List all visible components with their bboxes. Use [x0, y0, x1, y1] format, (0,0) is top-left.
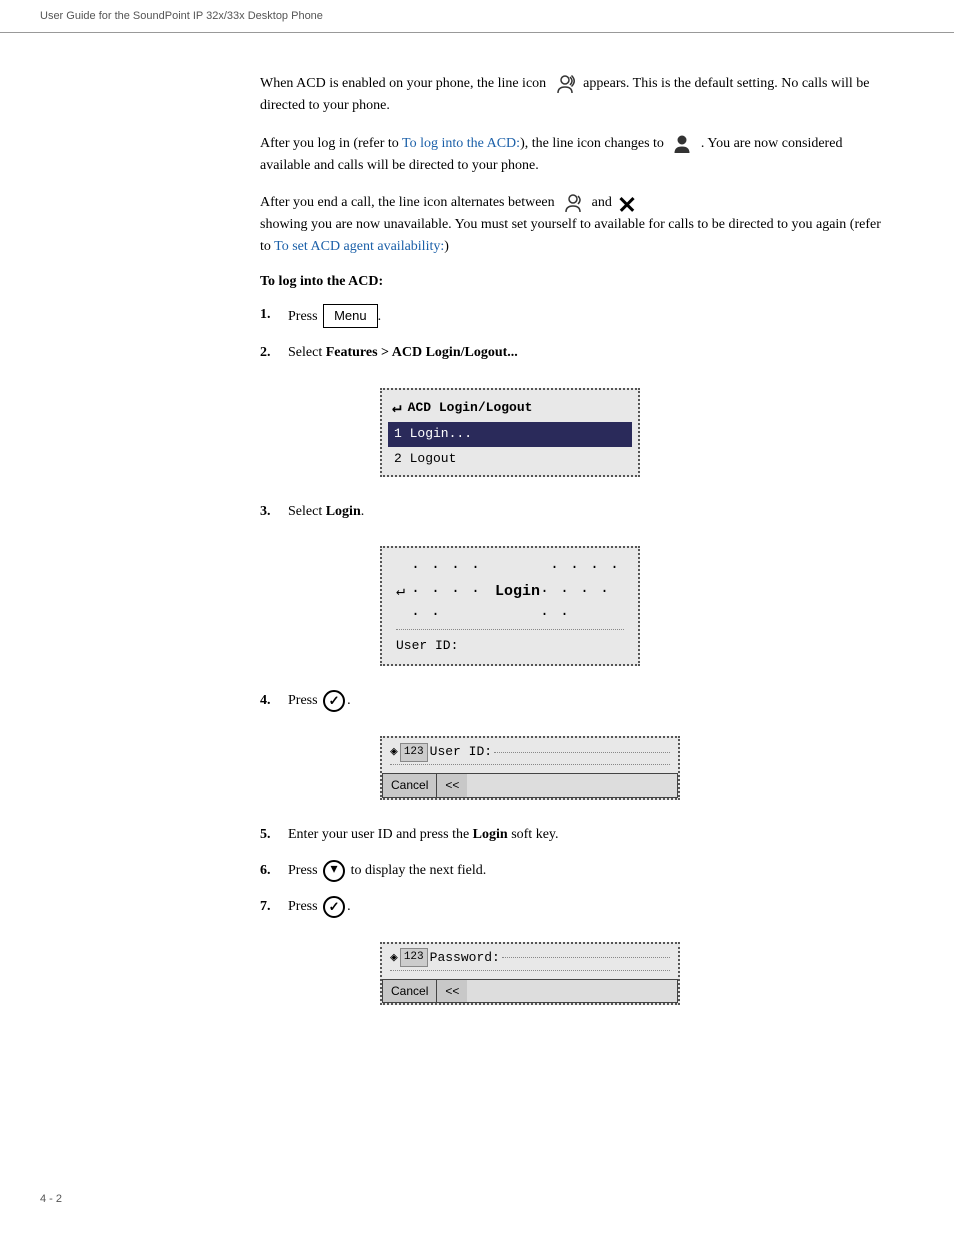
- step-6-content: Press to display the next field.: [288, 860, 894, 882]
- login-title-text: Login: [495, 580, 540, 603]
- userid-title-row: ◈ 123 User ID:: [390, 742, 670, 765]
- password-screen-wrapper: ◈ 123 Password: Cancel <<: [320, 932, 894, 1016]
- step-4-num: 4.: [260, 690, 288, 712]
- para-1: When ACD is enabled on your phone, the l…: [260, 73, 894, 117]
- step-7-num: 7.: [260, 896, 288, 918]
- link-set-acd-availability[interactable]: To set ACD agent availability:: [274, 239, 444, 254]
- acd-screen-title: ACD Login/Logout: [408, 398, 533, 418]
- page-header: User Guide for the SoundPoint IP 32x/33x…: [0, 0, 954, 33]
- password-input-line: [502, 957, 670, 958]
- step-5-content: Enter your user ID and press the Login s…: [288, 824, 894, 846]
- password-field-label: Password:: [430, 948, 500, 968]
- acd-icon-available: [671, 133, 693, 155]
- step-2-num: 2.: [260, 342, 288, 364]
- x-icon: [618, 194, 636, 212]
- userid-input-line: [494, 752, 670, 753]
- password-field-row: [390, 973, 670, 977]
- para-3: After you end a call, the line icon alte…: [260, 192, 894, 257]
- userid-field-label: User ID:: [430, 742, 492, 762]
- link-log-into-acd[interactable]: To log into the ACD:: [402, 136, 520, 151]
- userid-softkey-bar: Cancel <<: [382, 773, 678, 798]
- step-2: 2. Select Features > ACD Login/Logout...: [260, 342, 894, 364]
- login-screen-container: ↵ · · · · · · · · · · Login · · · · · · …: [260, 536, 894, 676]
- acd-screen: ↵ ACD Login/Logout 1 Login... 2 Logout: [320, 378, 894, 487]
- acd-item-2: 2 Logout: [388, 447, 632, 471]
- acd-item-1-selected: 1 Login...: [388, 422, 632, 446]
- step-3-num: 3.: [260, 501, 288, 523]
- login-screen-inner: ↵ · · · · · · · · · · Login · · · · · · …: [388, 552, 632, 660]
- section-heading: To log into the ACD:: [260, 274, 894, 290]
- and-text: and: [592, 196, 612, 211]
- acd-icon-unavail-1: [562, 192, 584, 214]
- step-7-content: Press .: [288, 896, 894, 918]
- step-1-num: 1.: [260, 304, 288, 326]
- header-text: User Guide for the SoundPoint IP 32x/33x…: [40, 10, 323, 22]
- acd-icon-enabled: [554, 73, 576, 95]
- backspace-softkey-2[interactable]: <<: [437, 980, 467, 1003]
- page-number: 4 - 2: [40, 1193, 62, 1205]
- login-arrow-icon: ↵: [396, 580, 405, 603]
- para-2: After you log in (refer to To log into t…: [260, 133, 894, 177]
- password-softkey-bar: Cancel <<: [382, 979, 678, 1004]
- edit-icon: ◈: [390, 742, 398, 762]
- login-dots-2: · · · · · · · · · ·: [540, 556, 624, 626]
- userid-screen-wrapper: ◈ 123 User ID: Cancel <<: [320, 726, 894, 810]
- userid-screen-container: ◈ 123 User ID: Cancel <<: [260, 726, 894, 810]
- step-3-content: Select Login.: [288, 501, 894, 523]
- step-3: 3. Select Login.: [260, 501, 894, 523]
- 123-badge: 123: [400, 743, 428, 762]
- step-5-num: 5.: [260, 824, 288, 846]
- login-field-userid: User ID:: [396, 633, 624, 656]
- login-screen: ↵ · · · · · · · · · · Login · · · · · · …: [320, 536, 894, 676]
- step-7: 7. Press .: [260, 896, 894, 918]
- page-footer: 4 - 2: [40, 1193, 62, 1205]
- acd-screen-title-row: ↵ ACD Login/Logout: [388, 394, 632, 423]
- cancel-softkey[interactable]: Cancel: [383, 774, 437, 797]
- 123-badge-2: 123: [400, 948, 428, 967]
- step-1: 1. Press Menu.: [260, 304, 894, 328]
- password-phone-screen: ◈ 123 Password: Cancel <<: [380, 942, 680, 1006]
- edit-icon-2: ◈: [390, 948, 398, 968]
- cancel-softkey-2[interactable]: Cancel: [383, 980, 437, 1003]
- menu-key: Menu: [323, 304, 378, 328]
- login-title-row: ↵ · · · · · · · · · · Login · · · · · · …: [396, 556, 624, 630]
- userid-phone-screen: ◈ 123 User ID: Cancel <<: [380, 736, 680, 800]
- userid-field-row: [390, 767, 670, 771]
- password-title-row: ◈ 123 Password:: [390, 948, 670, 971]
- step-6: 6. Press to display the next field.: [260, 860, 894, 882]
- step-4-content: Press .: [288, 690, 894, 712]
- down-circle-icon: [323, 860, 345, 882]
- check-circle-icon: [323, 690, 345, 712]
- arrow-left-icon: ↵: [392, 396, 402, 421]
- steps-list: 1. Press Menu. 2. Select Features > ACD …: [260, 304, 894, 1016]
- userid-inner: ◈ 123 User ID:: [382, 738, 678, 771]
- step-4: 4. Press .: [260, 690, 894, 712]
- step-1-content: Press Menu.: [288, 304, 894, 328]
- backspace-softkey[interactable]: <<: [437, 774, 467, 797]
- login-phone-screen: ↵ · · · · · · · · · · Login · · · · · · …: [380, 546, 640, 666]
- check-circle-icon-2: [323, 896, 345, 918]
- password-screen-container: ◈ 123 Password: Cancel <<: [260, 932, 894, 1016]
- login-dots: · · · · · · · · · ·: [411, 556, 495, 626]
- step-5: 5. Enter your user ID and press the Logi…: [260, 824, 894, 846]
- step-6-num: 6.: [260, 860, 288, 882]
- acd-login-screen: ↵ ACD Login/Logout 1 Login... 2 Logout: [380, 388, 640, 477]
- password-inner: ◈ 123 Password:: [382, 944, 678, 977]
- acd-screen-container: ↵ ACD Login/Logout 1 Login... 2 Logout: [260, 378, 894, 487]
- step-2-content: Select Features > ACD Login/Logout...: [288, 342, 894, 364]
